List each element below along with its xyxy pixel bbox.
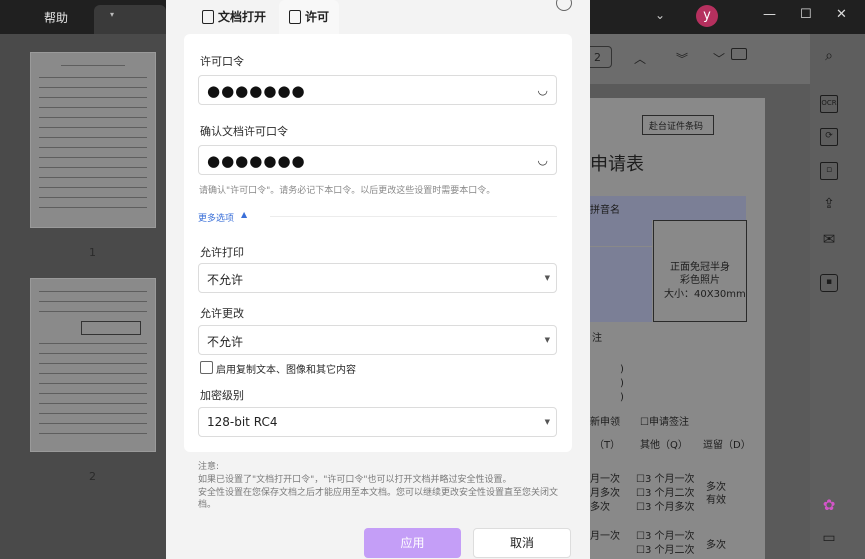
permission-password-label: 许可口令 bbox=[200, 55, 244, 68]
edit-document-icon bbox=[289, 10, 301, 24]
form-text: 逗留（D） bbox=[703, 440, 751, 451]
ocr-icon[interactable]: OCR bbox=[820, 95, 838, 113]
form-title: 申请表 bbox=[590, 154, 644, 175]
search-icon[interactable]: ⌕ bbox=[820, 48, 838, 66]
form-text: ) bbox=[620, 378, 624, 389]
comment-icon[interactable]: ▭ bbox=[820, 530, 838, 548]
document-tab[interactable] bbox=[94, 5, 166, 34]
apps-icon[interactable]: ✿ bbox=[820, 496, 838, 514]
enable-copy-checkbox[interactable] bbox=[200, 361, 213, 374]
page-number-input[interactable]: 2 bbox=[590, 46, 612, 68]
select-value: 128-bit RC4 bbox=[207, 415, 278, 429]
form-text: 新申领 bbox=[590, 417, 620, 428]
password-hint: 请确认"许可口令"。请务必记下本口令。以后更改这些设置时需要本口令。 bbox=[199, 186, 496, 196]
share-icon[interactable]: ⇪ bbox=[820, 196, 838, 214]
lock-document-icon bbox=[202, 10, 214, 24]
encryption-level-label: 加密级别 bbox=[200, 389, 244, 402]
form-cell bbox=[590, 247, 652, 322]
eye-closed-icon[interactable]: ◡ bbox=[538, 153, 548, 167]
photo-text: 大小：40X30mm bbox=[664, 289, 746, 300]
right-sidebar bbox=[810, 34, 865, 559]
more-options-link[interactable]: 更多选项 bbox=[198, 211, 234, 224]
note-line: 安全性设置在您保存文档之后才能应用至本文档。您可以继续更改安全性设置直至您关闭文 bbox=[198, 488, 559, 498]
form-text: ☐3 个月一次 bbox=[636, 531, 695, 542]
confirm-password-input[interactable]: ●●●●●●● ◡ bbox=[198, 145, 557, 175]
select-value: 不允许 bbox=[207, 273, 244, 287]
tab-permission[interactable]: 许可 bbox=[279, 0, 340, 34]
allow-change-label: 允许更改 bbox=[200, 307, 244, 320]
cancel-button[interactable]: 取消 bbox=[473, 528, 571, 558]
page-thumbnail-2[interactable] bbox=[30, 278, 156, 452]
form-text: 其他（Q） bbox=[640, 440, 688, 451]
convert-icon[interactable]: ⟳ bbox=[820, 128, 838, 146]
form-text: 月一次 bbox=[590, 531, 620, 542]
form-text: 多次 bbox=[590, 502, 610, 513]
dropdown-arrow-icon: ▼ bbox=[544, 336, 550, 344]
menu-help[interactable]: 帮助 bbox=[44, 9, 68, 26]
avatar[interactable]: y bbox=[696, 5, 718, 27]
form-text: ) bbox=[620, 392, 624, 403]
divider bbox=[270, 216, 557, 217]
tab-dropdown-icon[interactable]: ▾ bbox=[110, 10, 114, 19]
viewer-toolbar bbox=[590, 34, 810, 84]
tab-document-open[interactable]: 文档打开 bbox=[192, 0, 276, 34]
form-text: 多次 bbox=[706, 540, 726, 551]
presentation-icon[interactable] bbox=[731, 48, 747, 60]
close-window-icon[interactable]: ✕ bbox=[836, 7, 847, 22]
note-line: 档。 bbox=[198, 500, 217, 510]
form-text: ☐申请签注 bbox=[640, 417, 689, 428]
chevron-down-icon[interactable]: ⌄ bbox=[655, 8, 665, 22]
form-cell bbox=[590, 220, 652, 246]
thumbnail-page-number: 1 bbox=[89, 246, 96, 259]
mail-icon[interactable]: ✉ bbox=[820, 230, 838, 248]
barcode-label: 赴台证件条码 bbox=[649, 122, 704, 132]
form-text: 月一次 bbox=[590, 474, 620, 485]
form-text: 月多次 bbox=[590, 488, 620, 499]
dropdown-arrow-icon: ▼ bbox=[544, 274, 550, 282]
password-value: ●●●●●●● bbox=[207, 152, 306, 170]
page-thumbnail-1[interactable] bbox=[30, 52, 156, 228]
form-text: 注 bbox=[592, 333, 602, 344]
thumbnail-box bbox=[81, 321, 141, 335]
confirm-password-label: 确认文档许可口令 bbox=[200, 125, 288, 138]
allow-change-select[interactable]: 不允许 ▼ bbox=[198, 325, 557, 355]
form-text: ☐3 个月二次 bbox=[636, 545, 695, 556]
encryption-level-select[interactable]: 128-bit RC4 ▼ bbox=[198, 407, 557, 437]
form-text: ☐3 个月二次 bbox=[636, 488, 695, 499]
form-text: 拼音名 bbox=[590, 205, 620, 216]
file-lock-icon[interactable]: ▫ bbox=[820, 162, 838, 180]
photo-text: 彩色照片 bbox=[680, 275, 720, 286]
caret-up-icon[interactable]: ▲ bbox=[241, 210, 247, 219]
chevron-double-down-icon[interactable]: ︾ bbox=[676, 50, 688, 67]
permission-password-input[interactable]: ●●●●●●● ◡ bbox=[198, 75, 557, 105]
tab-label: 许可 bbox=[305, 10, 330, 24]
select-value: 不允许 bbox=[207, 335, 244, 349]
chevron-down-icon[interactable]: ﹀ bbox=[713, 50, 725, 67]
form-text: 有效 bbox=[706, 495, 726, 506]
allow-print-select[interactable]: 不允许 ▼ bbox=[198, 263, 557, 293]
chevron-up-icon[interactable]: ︿ bbox=[634, 50, 646, 67]
thumbnail-page-number: 2 bbox=[89, 470, 96, 483]
form-text: ☐3 个月一次 bbox=[636, 474, 695, 485]
note-line: 如果已设置了"文档打开口令"，"许可口令"也可以打开文档并略过安全性设置。 bbox=[198, 475, 512, 485]
minimize-icon[interactable]: — bbox=[763, 7, 776, 22]
form-text: （T） bbox=[594, 440, 621, 451]
enable-copy-label[interactable]: 启用复制文本、图像和其它内容 bbox=[216, 361, 356, 376]
note-title: 注意: bbox=[198, 462, 220, 472]
dropdown-arrow-icon: ▼ bbox=[544, 418, 550, 426]
form-text: ) bbox=[620, 364, 624, 375]
form-text: ☐3 个月多次 bbox=[636, 502, 695, 513]
save-icon[interactable]: ▪ bbox=[820, 274, 838, 292]
password-value: ●●●●●●● bbox=[207, 82, 306, 100]
tab-label: 文档打开 bbox=[218, 10, 267, 24]
eye-closed-icon[interactable]: ◡ bbox=[538, 83, 548, 97]
maximize-icon[interactable]: ☐ bbox=[800, 7, 812, 22]
apply-button[interactable]: 应用 bbox=[364, 528, 461, 558]
allow-print-label: 允许打印 bbox=[200, 246, 244, 259]
